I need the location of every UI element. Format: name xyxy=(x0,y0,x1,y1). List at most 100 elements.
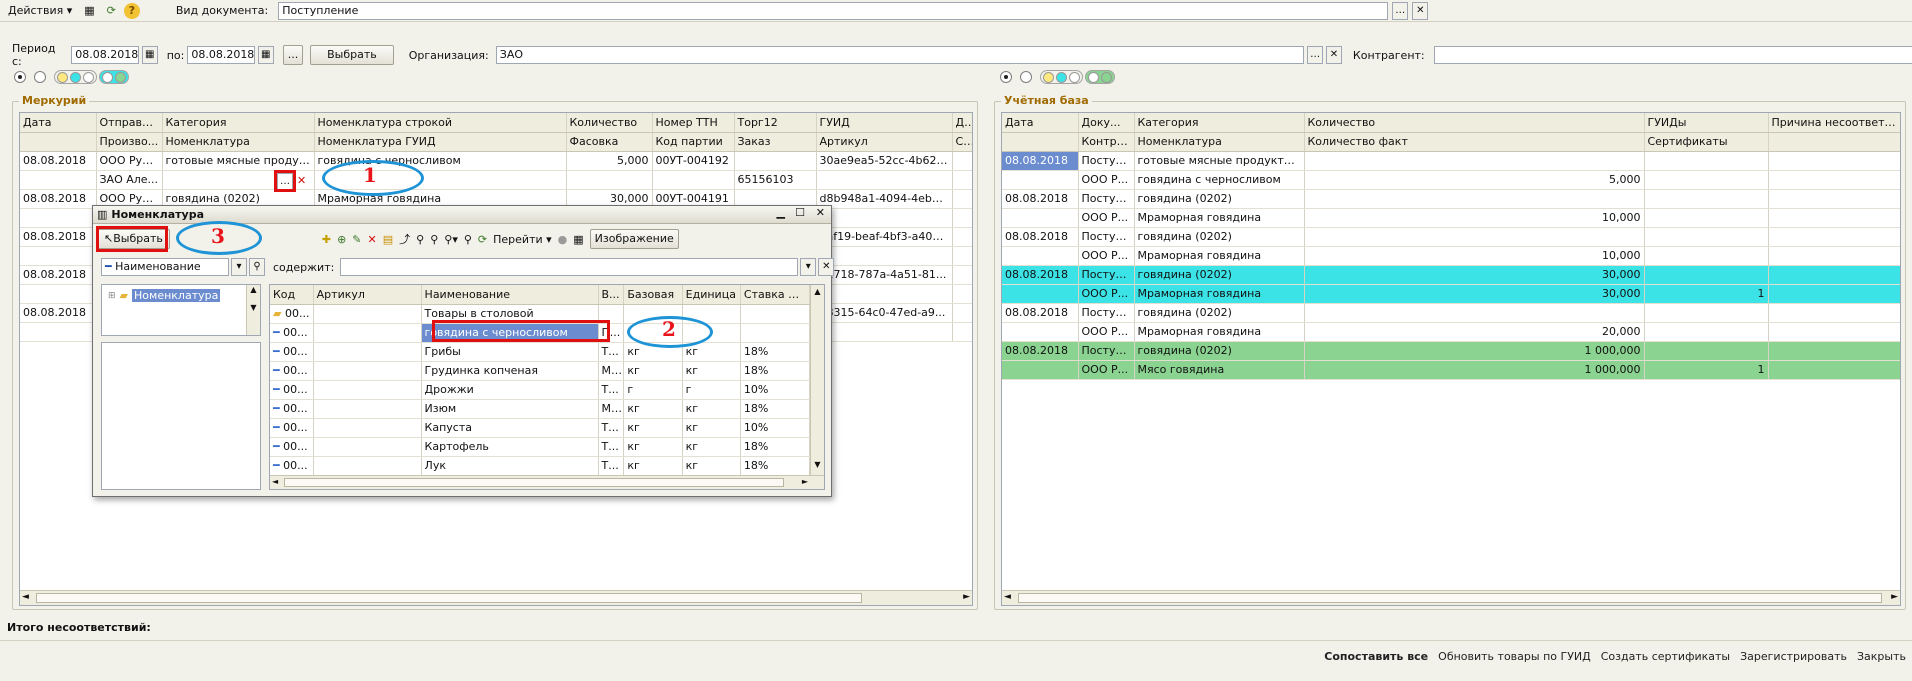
column-header[interactable]: Доку xyxy=(952,113,972,133)
column-header[interactable]: Ставка НДС xyxy=(740,285,811,305)
actions-menu[interactable]: Действия ▾ xyxy=(4,2,76,20)
period-dots-button[interactable]: ... xyxy=(282,45,304,65)
column-header[interactable] xyxy=(1002,132,1079,152)
table-row[interactable]: 08.08.2018 Поступ... говядина (0202) 30,000 xyxy=(1002,265,1900,285)
org-select-button[interactable]: … xyxy=(1307,46,1324,64)
list-hscrollbar[interactable]: ◄ ► xyxy=(270,475,824,489)
column-header[interactable]: Отправи... xyxy=(96,113,163,133)
column-header[interactable]: Номер ТТН xyxy=(652,113,735,133)
period-to-input[interactable]: 08.08.2018 xyxy=(187,46,255,64)
table-row[interactable]: 08.08.2018 Поступ... говядина (0202) xyxy=(1002,189,1900,209)
copy-icon[interactable]: ▦ xyxy=(80,2,98,20)
table-row[interactable]: 08.08.2018 Поступ... говядина (0202) xyxy=(1002,303,1900,323)
mode-radio-2[interactable] xyxy=(34,71,46,83)
column-header[interactable]: Заказ xyxy=(734,132,817,152)
column-header[interactable] xyxy=(20,132,97,152)
table-row[interactable]: 08.08.2018 Поступ... говядина (0202) xyxy=(1002,227,1900,247)
column-header[interactable]: Артикул xyxy=(313,285,422,305)
search-input[interactable] xyxy=(340,258,799,276)
color-filter-toggle[interactable] xyxy=(1040,70,1083,84)
column-header[interactable]: Код xyxy=(270,285,314,305)
stop-icon[interactable]: ● xyxy=(558,233,568,246)
minimize-icon[interactable]: ▁ xyxy=(777,206,785,219)
expand-icon[interactable]: ⊞ xyxy=(108,291,116,301)
column-header[interactable]: Серт xyxy=(952,132,972,152)
column-header[interactable]: Номенклатура xyxy=(162,132,315,152)
color-filter-toggle-2[interactable] xyxy=(1085,70,1115,84)
table-row[interactable]: ООО Р... Мясо говядина 1 000,000 1 xyxy=(1002,360,1900,380)
footer-action-0[interactable]: Сопоставить все xyxy=(1324,650,1428,663)
column-header[interactable]: Торг12 xyxy=(734,113,817,133)
maximize-icon[interactable]: ☐ xyxy=(795,206,805,219)
column-header[interactable]: Номенклатура строкой xyxy=(314,113,567,133)
list-item[interactable]: ━ 00... Грибы Т... кг кг 18% xyxy=(270,342,811,362)
list-vscrollbar[interactable]: ▲ ▼ xyxy=(810,285,824,475)
footer-action-2[interactable]: Создать сертификаты xyxy=(1601,650,1730,663)
list-item[interactable]: ━ 00... Лук Т... кг кг 18% xyxy=(270,456,811,476)
footer-action-1[interactable]: Обновить товары по ГУИД xyxy=(1438,650,1591,663)
filter-icon[interactable]: ⚲ xyxy=(416,233,424,246)
footer-action-4[interactable]: Закрыть xyxy=(1857,650,1906,663)
column-header[interactable]: Номенклатура ГУИД xyxy=(314,132,567,152)
chevron-down-icon[interactable]: ▾ xyxy=(231,258,247,276)
color-filter-toggle[interactable] xyxy=(54,70,97,84)
settings-icon[interactable]: ▦ xyxy=(573,233,583,246)
column-header[interactable] xyxy=(1768,132,1900,152)
column-header[interactable]: Наименование xyxy=(421,285,599,305)
column-header[interactable]: Дата xyxy=(20,113,97,133)
chevron-down-icon[interactable]: ▾ xyxy=(800,258,817,276)
table-row[interactable]: 08.08.2018 Поступ... говядина (0202) 1 000,… xyxy=(1002,341,1900,361)
column-header[interactable]: Категория xyxy=(1134,113,1305,133)
period-select-button[interactable]: Выбрать xyxy=(310,45,394,65)
list-item[interactable]: ━ 00... Капуста Т... кг кг 10% xyxy=(270,418,811,438)
calendar-icon[interactable]: ▦ xyxy=(257,46,274,64)
delete-icon[interactable]: ✕ xyxy=(368,233,377,246)
cell-clear-icon[interactable]: ✕ xyxy=(297,174,306,187)
filter-clear-icon[interactable]: ⚲ xyxy=(464,233,472,246)
list-item[interactable]: ━ 00... Картофель Т... кг кг 18% xyxy=(270,437,811,457)
refresh-icon[interactable]: ⟳ xyxy=(478,233,487,246)
column-header[interactable]: Произво... xyxy=(96,132,163,152)
column-header[interactable]: Количество xyxy=(566,113,653,133)
column-header[interactable]: Фасовка xyxy=(566,132,653,152)
image-button[interactable]: Изображение xyxy=(589,229,679,249)
mercury-hscrollbar[interactable]: ◄ ► xyxy=(20,590,972,605)
table-row[interactable]: ЗАО Але... 65156103 xyxy=(20,170,972,190)
filter-settings-icon[interactable]: ⚲ xyxy=(430,233,438,246)
column-header[interactable]: Категория xyxy=(162,113,315,133)
footer-action-3[interactable]: Зарегистрировать xyxy=(1740,650,1847,663)
column-header[interactable]: Сертификаты xyxy=(1644,132,1769,152)
search-clear-icon[interactable]: ✕ xyxy=(818,258,835,276)
table-row[interactable]: 08.08.2018 Поступ... готовые мясные продук… xyxy=(1002,151,1900,171)
table-row[interactable]: ООО Р... Мраморная говядина 20,000 xyxy=(1002,322,1900,342)
edit-icon[interactable]: ✎ xyxy=(352,233,361,246)
column-header[interactable]: Количество факт xyxy=(1304,132,1645,152)
search-field-select[interactable]: ━ Наименование xyxy=(101,258,229,276)
color-filter-toggle-2[interactable] xyxy=(99,70,129,84)
column-header[interactable]: Контра... xyxy=(1078,132,1135,152)
close-icon[interactable]: ✕ xyxy=(816,206,825,219)
mode-radio-1[interactable] xyxy=(14,71,26,83)
column-header[interactable]: Причина несоответствия xyxy=(1768,113,1900,133)
list-item[interactable]: ━ 00... Грудинка копченая М... кг кг 18% xyxy=(270,361,811,381)
table-row[interactable]: 08.08.2018 ООО Рус... готовые мясные проду… xyxy=(20,151,972,171)
tree-root-item[interactable]: Номенклатура xyxy=(132,289,221,302)
hierarchy-icon[interactable]: ▤ xyxy=(383,233,393,246)
table-row[interactable]: ООО Р... говядина с черносливом 5,000 xyxy=(1002,170,1900,190)
mode-radio-1[interactable] xyxy=(1000,71,1012,83)
add-icon[interactable]: ✚ xyxy=(322,233,331,246)
column-header[interactable]: Дата xyxy=(1002,113,1079,133)
filter-dropdown-icon[interactable]: ⚲▾ xyxy=(444,233,458,246)
org-input[interactable]: ЗАО xyxy=(495,46,1305,64)
column-header[interactable]: Количество xyxy=(1304,113,1645,133)
table-row[interactable]: ООО Р... Мраморная говядина 30,000 1 xyxy=(1002,284,1900,304)
column-header[interactable]: Доку... xyxy=(1078,113,1135,133)
help-icon[interactable]: ? xyxy=(123,2,140,19)
doc-type-clear-icon[interactable]: ✕ xyxy=(1412,1,1429,20)
org-clear-icon[interactable]: ✕ xyxy=(1326,46,1342,64)
add-copy-icon[interactable]: ⊕ xyxy=(337,233,346,246)
goto-menu[interactable]: Перейти ▾ xyxy=(493,233,552,246)
doc-type-field[interactable]: Поступление xyxy=(278,1,1389,20)
column-header[interactable]: Номенклатура xyxy=(1134,132,1305,152)
calendar-icon[interactable]: ▦ xyxy=(141,46,158,64)
